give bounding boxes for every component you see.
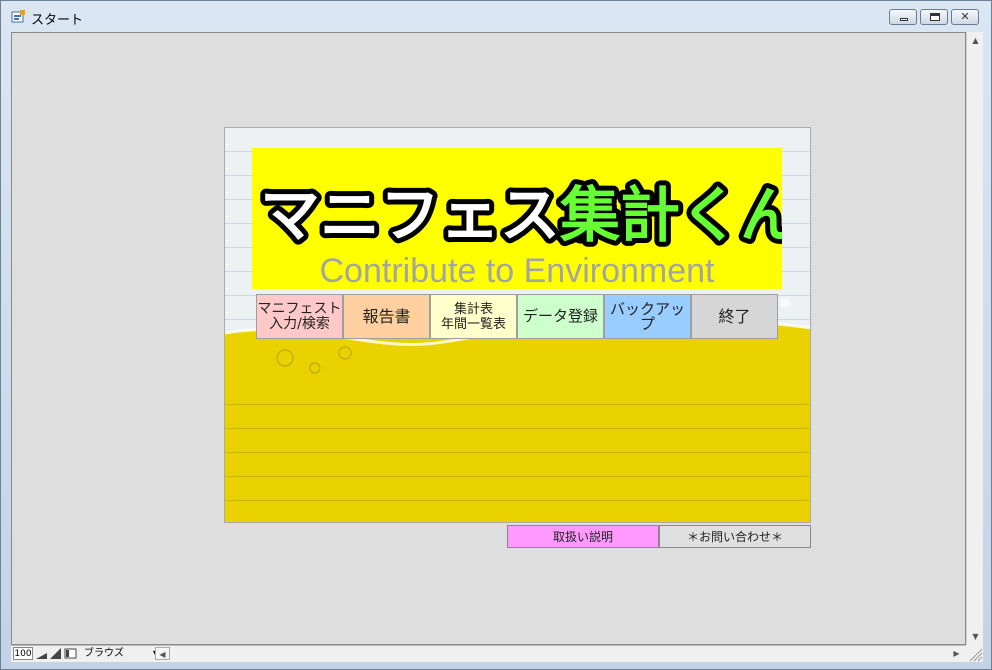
contact-button[interactable]: ＊お問い合わせ＊ — [659, 525, 811, 548]
button-label: 入力/検索 — [269, 315, 330, 332]
zoom-in-icon[interactable] — [49, 647, 62, 660]
button-label: 取扱い説明 — [552, 530, 613, 544]
main-menu: マニフェスト 入力/検索 報告書 集計表 年間一覧表 データ登録 バックアップ 終了 — [256, 294, 778, 339]
close-icon: ✕ — [960, 10, 970, 23]
data-registration-button[interactable]: データ登録 — [517, 294, 604, 339]
button-label: ＊お問い合わせ＊ — [686, 530, 783, 544]
scroll-down-icon[interactable]: ▼ — [968, 629, 983, 644]
backup-button[interactable]: バックアップ — [604, 294, 691, 339]
scroll-right-icon[interactable]: ▶ — [949, 647, 964, 660]
maximize-icon — [930, 13, 940, 21]
button-label: バックアップ — [609, 299, 685, 333]
button-label: マニフェスト — [257, 300, 342, 317]
button-label: 報告書 — [362, 307, 411, 326]
status-toolbar: 100 ブラウズ ▼ ◀ ▶ — [11, 645, 966, 662]
manifest-input-search-button[interactable]: マニフェスト 入力/検索 — [256, 294, 343, 339]
manual-button[interactable]: 取扱い説明 — [507, 525, 659, 548]
report-button[interactable]: 報告書 — [343, 294, 430, 339]
exit-button[interactable]: 終了 — [691, 294, 778, 339]
close-button[interactable]: ✕ — [951, 9, 979, 25]
title-banner: マニフェスト 集計くん Contribute to Environment — [252, 148, 782, 289]
scroll-up-icon[interactable]: ▲ — [968, 33, 983, 48]
summary-table-button[interactable]: 集計表 年間一覧表 — [430, 294, 517, 339]
minimize-button[interactable] — [889, 9, 917, 25]
minimize-icon — [900, 18, 908, 21]
app-window: スタート ✕ ▲ ▼ 100 ブラウズ ▼ ◀ ▶ — [0, 0, 992, 670]
vertical-scrollbar[interactable]: ▲ ▼ — [966, 32, 983, 645]
button-label: 集計表 — [453, 301, 493, 317]
app-icon — [11, 10, 25, 23]
zoom-out-icon[interactable] — [35, 647, 48, 660]
window-title: スタート — [31, 13, 84, 28]
zoom-level[interactable]: 100 — [13, 647, 33, 660]
subtitle: Contribute to Environment — [319, 252, 715, 289]
scroll-left-icon[interactable]: ◀ — [155, 647, 170, 660]
mode-select[interactable]: ブラウズ ▼ — [81, 646, 161, 661]
button-label: 終了 — [718, 307, 751, 326]
resize-grip-icon[interactable] — [966, 645, 983, 662]
maximize-button[interactable] — [920, 9, 948, 25]
logo-accent-text: 集計くん — [559, 181, 782, 251]
button-label: データ登録 — [522, 307, 598, 325]
mode-label: ブラウズ — [84, 648, 124, 659]
toolbar-toggle-icon[interactable] — [64, 647, 77, 660]
footer-links: 取扱い説明 ＊お問い合わせ＊ — [507, 525, 811, 548]
button-label: 年間一覧表 — [440, 316, 506, 332]
title-bar[interactable]: スタート ✕ — [1, 1, 991, 31]
